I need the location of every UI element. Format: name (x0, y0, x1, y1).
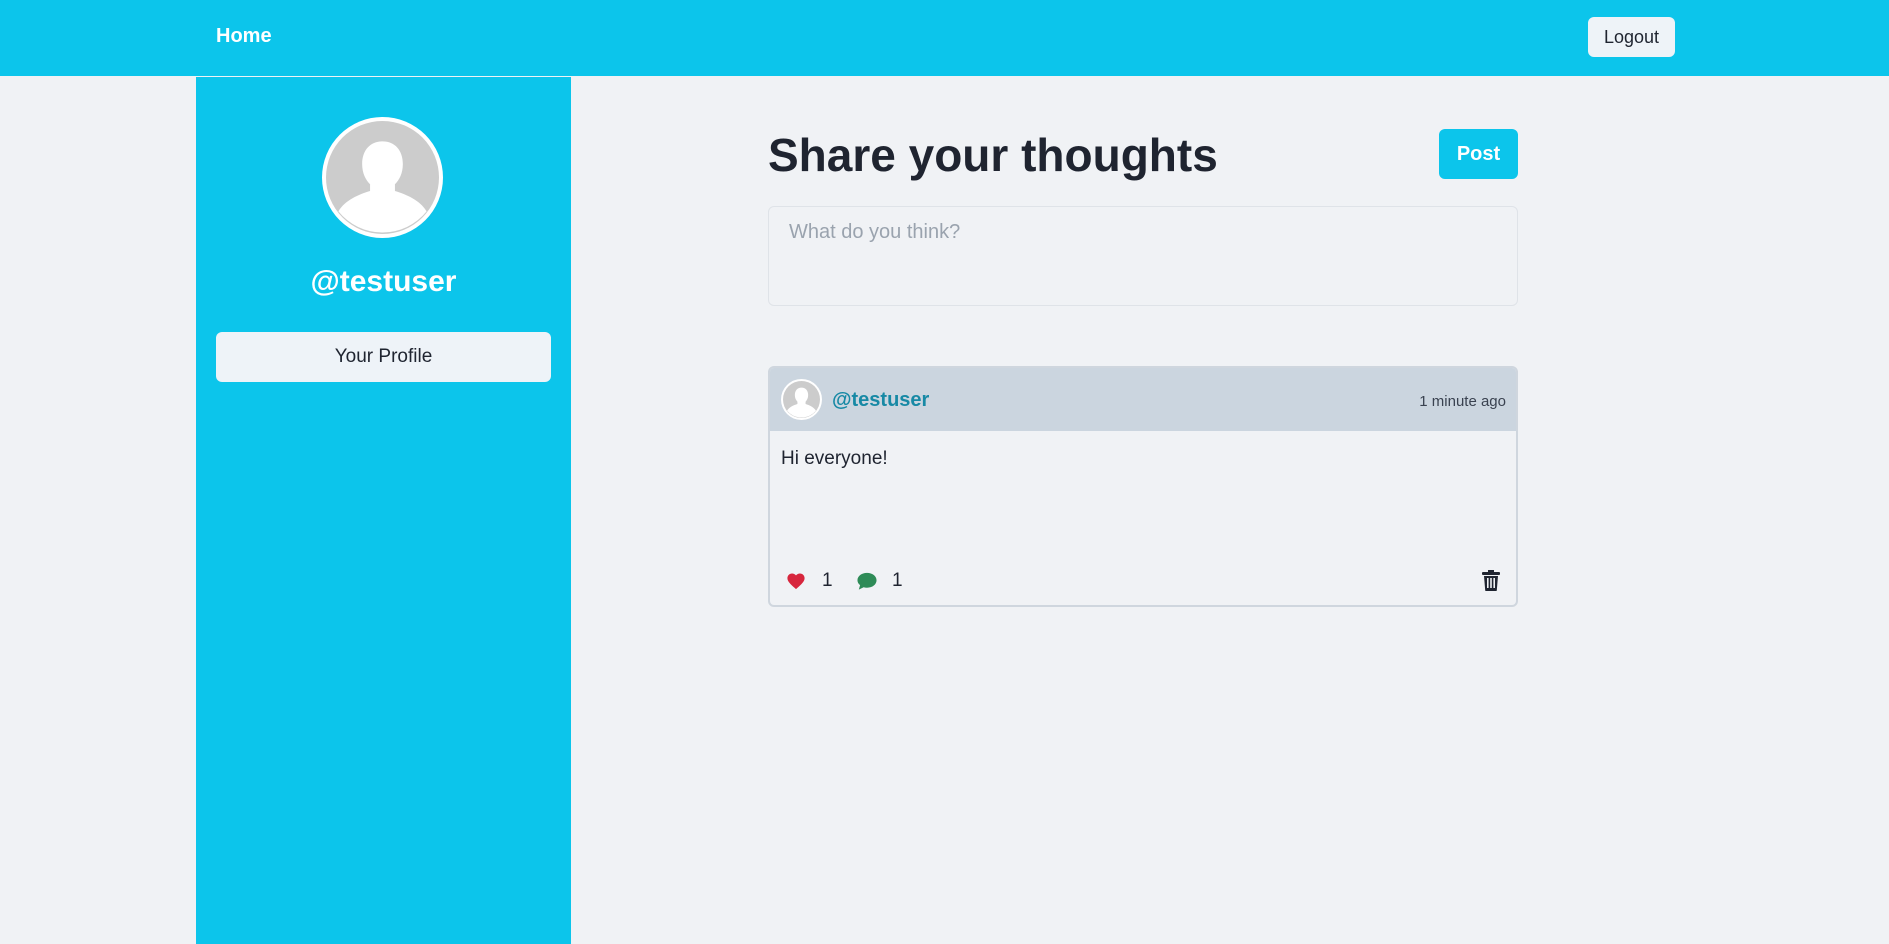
sidebar: @testuser Your Profile (196, 77, 571, 944)
avatar (322, 117, 443, 238)
post-author-link[interactable]: @testuser (832, 389, 929, 412)
default-avatar-icon (783, 381, 820, 418)
post-timestamp: 1 minute ago (1419, 393, 1506, 410)
top-navbar: Home Logout (0, 0, 1889, 76)
post-avatar[interactable] (781, 379, 822, 420)
like-count: 1 (822, 570, 833, 591)
page-title: Share your thoughts (768, 129, 1218, 181)
trash-icon[interactable] (1482, 570, 1500, 591)
comment-icon[interactable] (856, 571, 878, 591)
post-button[interactable]: Post (1439, 129, 1518, 179)
default-avatar-icon (326, 121, 439, 234)
logout-button[interactable]: Logout (1588, 17, 1675, 57)
comment-count: 1 (892, 570, 903, 591)
post-body: Hi everyone! (781, 448, 888, 469)
post-input[interactable] (768, 206, 1518, 306)
heart-icon[interactable] (786, 572, 806, 590)
post-card: @testuser 1 minute ago Hi everyone! 1 1 (768, 366, 1518, 607)
post-header: @testuser 1 minute ago (770, 368, 1516, 431)
your-profile-button[interactable]: Your Profile (216, 332, 551, 382)
nav-home-link[interactable]: Home (216, 25, 272, 48)
sidebar-username: @testuser (310, 265, 457, 298)
post-actions: 1 1 (770, 568, 1516, 598)
